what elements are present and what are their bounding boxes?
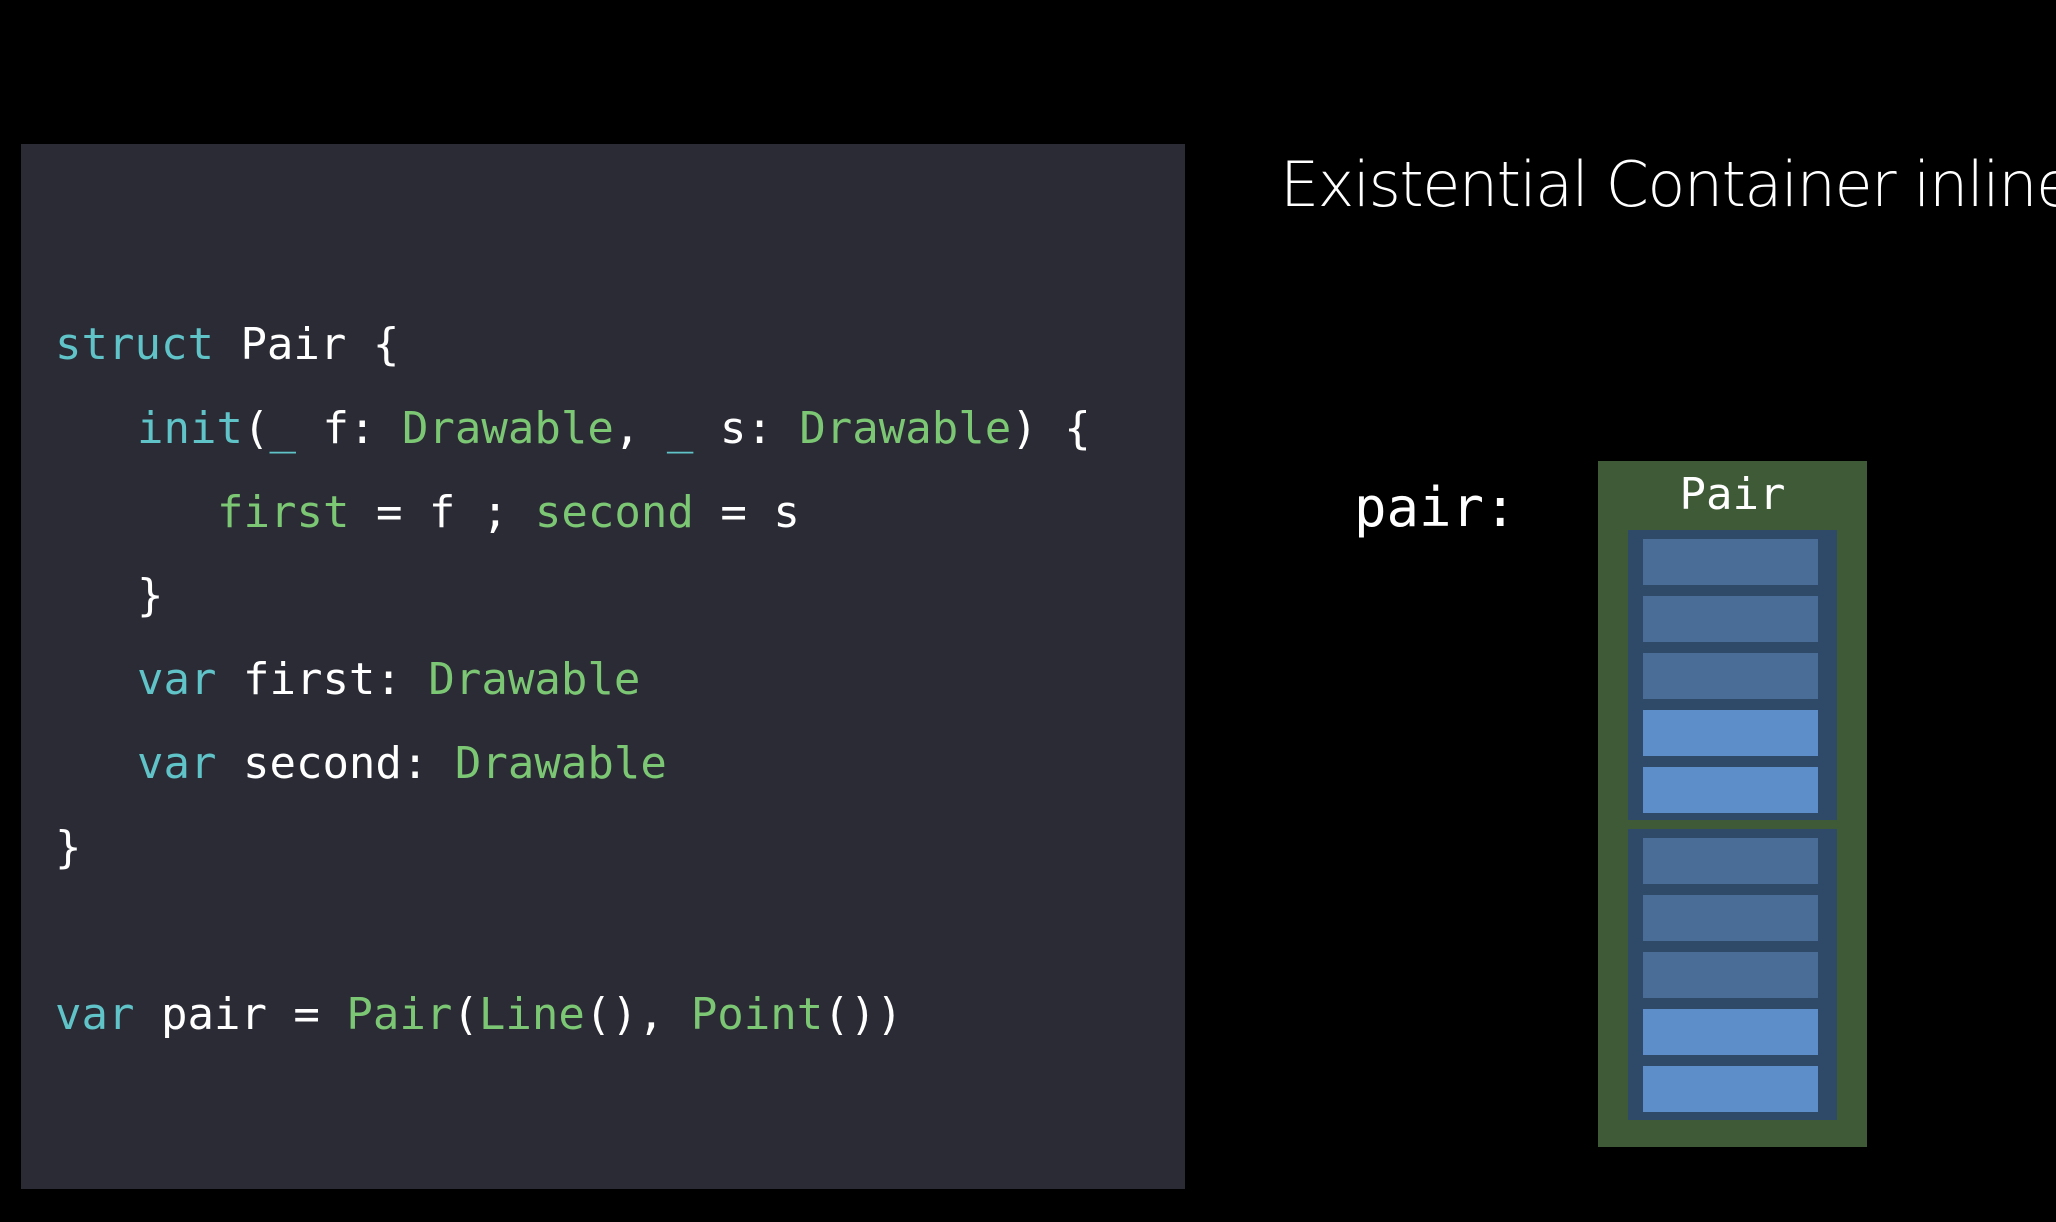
code-token: var — [137, 654, 217, 705]
pair-struct-label: Pair — [1679, 469, 1786, 520]
code-token: struct — [55, 319, 214, 370]
existential-container-second — [1628, 829, 1837, 1120]
code-line-struct-decl: struct Pair { — [55, 317, 399, 373]
code-token: first — [217, 487, 350, 538]
code-token: second: — [216, 738, 455, 789]
code-line-var-first: var first: Drawable — [137, 652, 640, 708]
value-buffer-cell — [1643, 838, 1818, 884]
code-token: ( — [452, 989, 479, 1040]
code-token: first: — [216, 654, 429, 705]
code-token: s: — [693, 403, 800, 454]
code-token: Point — [690, 989, 824, 1040]
vwt-cell — [1643, 1009, 1818, 1055]
code-line-var-pair: var pair = Pair(Line(), Point()) — [55, 987, 903, 1043]
value-buffer-cell — [1643, 952, 1818, 998]
code-line-struct-close: } — [55, 820, 82, 876]
value-buffer-cell — [1643, 895, 1818, 941]
code-token: ()) — [823, 989, 903, 1040]
pwt-cell — [1643, 767, 1818, 813]
code-token: (), — [584, 989, 691, 1040]
pair-struct-box: Pair — [1598, 461, 1867, 1147]
code-token: Drawable — [454, 738, 667, 789]
code-token: Drawable — [799, 403, 1012, 454]
code-token: = s — [693, 487, 800, 538]
code-token: Pair { — [213, 319, 400, 370]
existential-container-first — [1628, 530, 1837, 820]
value-buffer-cell — [1643, 653, 1818, 699]
code-token: f: — [295, 403, 402, 454]
vwt-cell — [1643, 710, 1818, 756]
code-token: pair = — [134, 989, 347, 1040]
code-token: Drawable — [428, 654, 641, 705]
code-token: Pair — [346, 989, 453, 1040]
value-buffer-cell — [1643, 596, 1818, 642]
code-token: var — [137, 738, 217, 789]
pwt-cell — [1643, 1066, 1818, 1112]
code-token: Drawable — [401, 403, 614, 454]
code-token: ( — [242, 403, 270, 454]
code-token: _ — [269, 403, 296, 454]
code-token: second — [534, 487, 694, 538]
code-line-init-decl: init(_ f: Drawable, _ s: Drawable) { — [137, 401, 1091, 457]
code-token: ) { — [1011, 403, 1091, 454]
code-token: } — [137, 570, 164, 621]
code-token: = f ; — [349, 487, 535, 538]
code-token: init — [137, 403, 243, 454]
slide-title: Existential Container inline — [1280, 148, 2056, 221]
code-token: var — [55, 989, 135, 1040]
pair-variable-label: pair: — [1354, 476, 1517, 539]
code-line-init-close: } — [137, 568, 164, 624]
code-token: , — [613, 403, 667, 454]
code-line-var-second: var second: Drawable — [137, 736, 667, 792]
code-token: _ — [666, 403, 694, 454]
code-line-init-body: first = f ; second = s — [217, 485, 800, 541]
value-buffer-cell — [1643, 539, 1818, 585]
code-token: } — [55, 822, 82, 873]
code-panel: struct Pair { init(_ f: Drawable, _ s: D… — [21, 144, 1185, 1189]
code-token: Line — [478, 989, 585, 1040]
